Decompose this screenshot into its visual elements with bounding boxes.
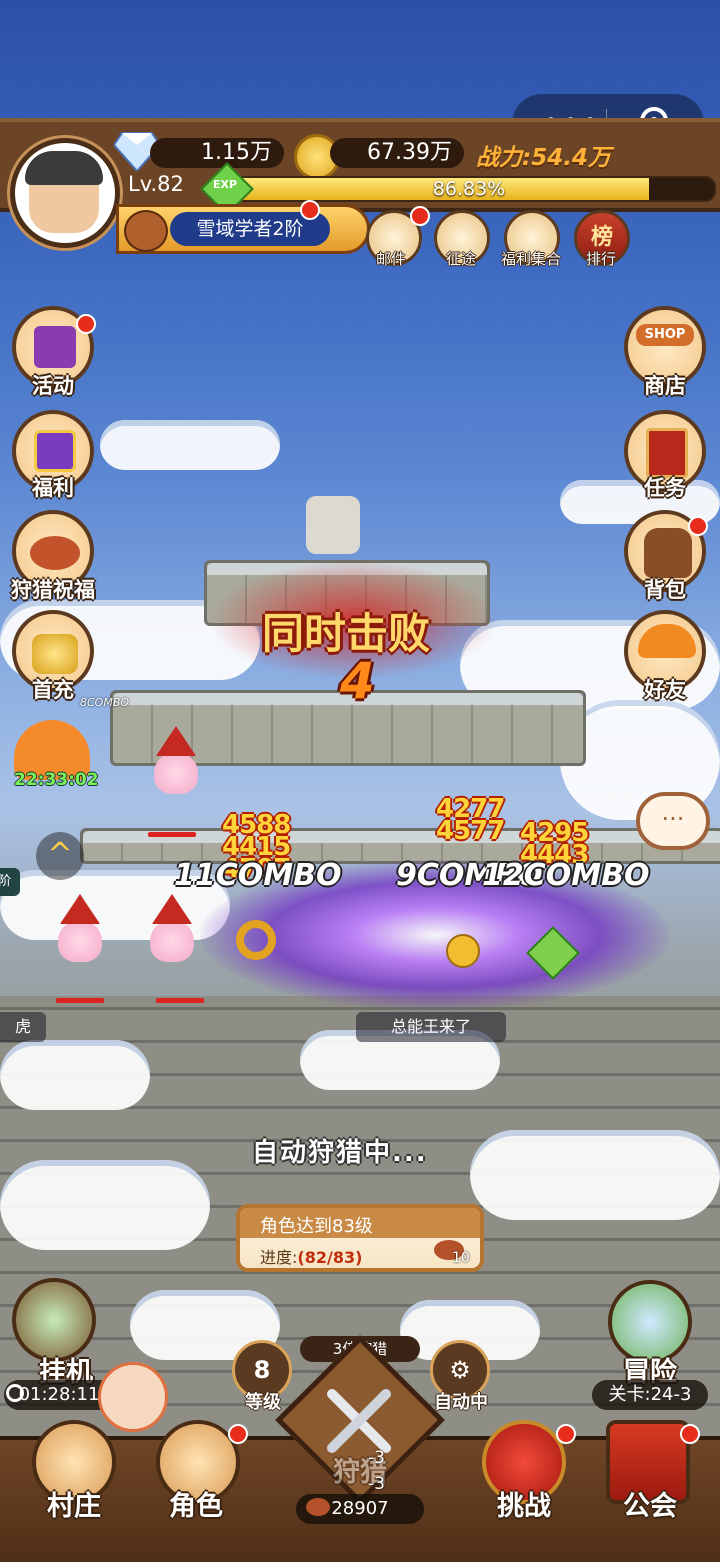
exp-bar: 86.83% xyxy=(222,176,716,202)
cloud xyxy=(100,420,280,470)
power-value: 54.4万 xyxy=(531,145,611,171)
collapse-up-icon[interactable]: ^ xyxy=(36,832,84,880)
golem-monster xyxy=(306,496,360,554)
meat-icon xyxy=(30,536,80,570)
nav-label-challenge: 挑战 xyxy=(497,1491,551,1522)
monster-hp-bar xyxy=(156,998,204,1003)
meat-cost: -3 xyxy=(368,1448,385,1468)
hunt-button-label: 狩猎 xyxy=(333,1457,387,1488)
meat-cost: -3 xyxy=(368,1474,385,1494)
treasure-icon xyxy=(32,634,78,674)
backpack-icon xyxy=(644,528,692,578)
menu-label-ranking: 排行 xyxy=(585,250,616,268)
monster-hp-bar xyxy=(56,998,104,1003)
cloud xyxy=(470,1130,720,1220)
book-icon xyxy=(646,428,688,478)
damage-number: 4577 xyxy=(436,816,505,846)
mail-alert-dot xyxy=(410,206,430,226)
monster xyxy=(154,726,198,794)
defeat-count: 4 xyxy=(340,652,375,710)
combat-power: 战力:54.4万 xyxy=(476,138,611,172)
gift-icon xyxy=(34,326,76,368)
gold-count: 67.39万 xyxy=(330,138,464,168)
quest-progress: 进度:(82/83) xyxy=(260,1244,362,1268)
meat-icon xyxy=(306,1498,330,1516)
auto-hunting-status: 自动狩猎中... xyxy=(252,1138,428,1168)
giftbox-icon xyxy=(34,430,76,472)
diamond-count: 1.15万 xyxy=(150,138,284,168)
avatar-hair xyxy=(25,151,103,185)
stage-progress: 关卡:24-3 xyxy=(592,1380,708,1410)
avatar[interactable] xyxy=(10,138,120,248)
character-alert-dot xyxy=(228,1424,248,1444)
monster xyxy=(150,894,194,962)
boss-notice: 总能王来了 xyxy=(356,1012,506,1042)
activity-alert-dot xyxy=(76,314,96,334)
menu-label-journey: 征途 xyxy=(445,250,476,268)
combo-counter: 12COMBO xyxy=(482,858,650,893)
menu-label-mail: 邮件 xyxy=(375,250,406,268)
hero-portrait[interactable] xyxy=(98,1362,168,1432)
quest-progress-label: 进度: xyxy=(260,1248,298,1267)
ring-drop-icon xyxy=(236,920,276,960)
left-menu-label: 活动 xyxy=(32,374,74,398)
challenge-alert-dot xyxy=(556,1424,576,1444)
cloud xyxy=(0,1040,150,1110)
nav-label-guild: 公会 xyxy=(623,1491,677,1522)
right-menu-label: 任务 xyxy=(644,476,686,500)
quest-reward-count: 10 xyxy=(452,1250,470,1266)
menu-label-welfare-collection: 福利集合 xyxy=(500,250,561,268)
reindeer-icon xyxy=(124,210,168,252)
left-menu-label: 福利 xyxy=(32,476,74,500)
stage-tag: 2阶 xyxy=(0,868,20,896)
player-nameplate: 虎 xyxy=(0,1012,46,1042)
right-menu-label: 背包 xyxy=(644,578,686,602)
nav-label-character: 角色 xyxy=(169,1491,223,1522)
quest-progress-value: (82/83) xyxy=(297,1248,363,1267)
guild-alert-dot xyxy=(680,1424,700,1444)
exp-percent: 86.83% xyxy=(432,178,506,200)
crossed-swords-icon xyxy=(327,1389,391,1453)
right-menu-label: 商店 xyxy=(644,374,686,398)
left-menu-label: 狩猎祝福 xyxy=(11,578,95,602)
backpack-alert-dot xyxy=(688,516,708,536)
buff-timer: 22:33:02 xyxy=(14,770,99,790)
monster xyxy=(58,894,102,962)
small-combo-text: 8COMBO xyxy=(80,696,130,709)
quest-title: 角色达到83级 xyxy=(260,1216,373,1237)
player-level: Lv.82 xyxy=(128,172,184,196)
quest-panel[interactable]: 角色达到83级 进度:(82/83) 10 xyxy=(236,1204,484,1272)
nav-label-village: 村庄 xyxy=(47,1491,101,1522)
gear-icon: ⚙ xyxy=(449,1356,471,1384)
power-label: 战力: xyxy=(476,145,532,171)
exp-badge-label: EXP xyxy=(212,178,238,191)
mushroom-icon xyxy=(638,624,696,658)
title-alert-dot xyxy=(300,200,320,220)
monster-hp-bar xyxy=(148,832,196,837)
chat-button[interactable]: ··· xyxy=(636,792,710,850)
combo-counter: 11COMBO xyxy=(174,858,342,893)
clock-icon xyxy=(6,1384,24,1402)
right-menu-label: 好友 xyxy=(644,678,686,702)
shop-icon: SHOP xyxy=(636,324,694,346)
cloud xyxy=(0,1160,210,1250)
coin-drop-icon xyxy=(446,934,480,968)
